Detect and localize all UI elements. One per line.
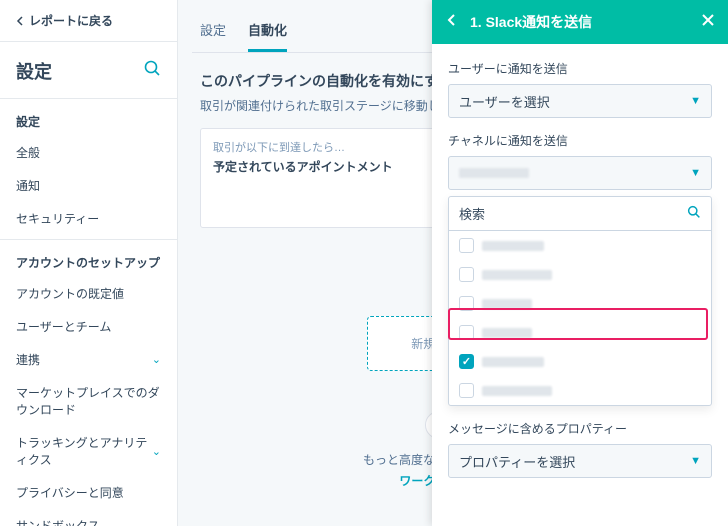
checkbox-checked[interactable] [459,354,474,369]
sidebar-item[interactable]: ユーザーとチーム [0,310,177,343]
checkbox[interactable] [459,383,474,398]
tab-automation[interactable]: 自動化 [248,20,287,52]
sidebar-item[interactable]: 全般 [0,136,177,169]
channel-notify-label: チャネルに通知を送信 [448,132,712,149]
select-placeholder: プロパティーを選択 [459,452,575,471]
tab-settings[interactable]: 設定 [200,20,226,52]
checkbox[interactable] [459,267,474,282]
sidebar-item[interactable]: プライバシーと同意 [0,476,177,509]
chevron-down-icon: ▼ [690,167,701,179]
user-notify-label: ユーザーに通知を送信 [448,60,712,77]
channel-dropdown: 検索 [448,196,712,406]
select-value-redacted [459,168,529,178]
user-select[interactable]: ユーザーを選択 ▼ [448,84,712,118]
sidebar-section: アカウントのセットアップ アカウントの既定値 ユーザーとチーム 連携⌄ マーケッ… [0,239,177,526]
sidebar-item[interactable]: セキュリティー [0,202,177,235]
slack-action-panel: 1. Slack通知を送信 ユーザーに通知を送信 ユーザーを選択 ▼ チャネルに… [432,0,728,526]
sidebar-item[interactable]: トラッキングとアナリティクス⌄ [0,426,177,476]
channel-option[interactable] [449,376,711,405]
back-icon[interactable] [446,13,458,31]
sidebar-item[interactable]: マーケットプレイスでのダウンロード [0,376,177,426]
property-label: メッセージに含めるプロパティー [448,420,712,437]
channel-option-selected[interactable] [449,347,711,376]
sidebar-item[interactable]: 通知 [0,169,177,202]
property-select[interactable]: プロパティーを選択 ▼ [448,444,712,478]
panel-header: 1. Slack通知を送信 [432,0,728,44]
sidebar-title: 設定 [16,58,52,84]
chevron-down-icon: ⌄ [152,445,161,458]
dropdown-search[interactable]: 検索 [449,197,711,231]
channel-option[interactable] [449,318,711,347]
back-to-reports[interactable]: レポートに戻る [0,0,177,42]
section-heading: 設定 [0,103,177,136]
settings-sidebar: レポートに戻る 設定 設定 全般 通知 セキュリティー アカウントのセットアップ… [0,0,178,526]
option-label-redacted [482,241,544,251]
option-label-redacted [482,299,532,309]
sidebar-item[interactable]: 連携⌄ [0,343,177,376]
select-placeholder: ユーザーを選択 [459,92,550,111]
channel-select[interactable]: ▼ [448,156,712,190]
search-icon[interactable] [144,60,161,82]
option-label-redacted [482,270,552,280]
panel-title: 1. Slack通知を送信 [470,12,690,32]
sidebar-item[interactable]: サンドボックス [0,509,177,526]
checkbox[interactable] [459,238,474,253]
option-label-redacted [482,357,544,367]
search-placeholder: 検索 [459,204,687,223]
section-heading: アカウントのセットアップ [0,244,177,277]
checkbox[interactable] [459,296,474,311]
channel-option[interactable] [449,289,711,318]
back-label: レポートに戻る [29,12,113,29]
search-icon [687,205,701,222]
chevron-left-icon [16,16,23,26]
channel-option[interactable] [449,231,711,260]
sidebar-item[interactable]: アカウントの既定値 [0,277,177,310]
sidebar-section: 設定 全般 通知 セキュリティー [0,98,177,239]
chevron-down-icon: ▼ [690,455,701,467]
option-label-redacted [482,386,552,396]
checkbox[interactable] [459,325,474,340]
option-label-redacted [482,328,532,338]
chevron-down-icon: ▼ [690,95,701,107]
close-icon[interactable] [702,13,714,31]
channel-option[interactable] [449,260,711,289]
chevron-down-icon: ⌄ [152,353,161,366]
